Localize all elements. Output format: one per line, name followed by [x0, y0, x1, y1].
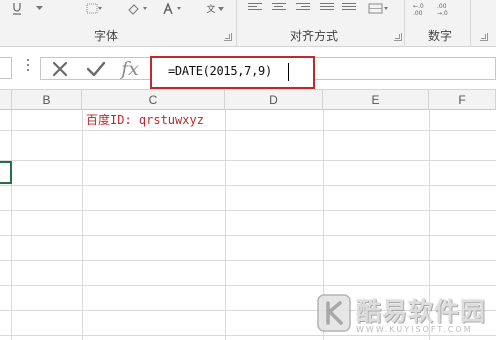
decrease-decimal-button[interactable]: .00 →.0 — [434, 0, 454, 17]
chevron-down-icon — [217, 6, 224, 11]
group-label-alignment: 对齐方式 — [290, 29, 339, 43]
decrease-indent-button[interactable] — [320, 3, 334, 13]
formula-text: =DATE(2015,7,9) — [168, 64, 272, 78]
svg-text:.00: .00 — [413, 10, 423, 16]
phonetic-button[interactable]: 文 — [204, 0, 226, 17]
gridline — [0, 210, 496, 211]
underline-dropdown-button[interactable] — [33, 0, 45, 17]
merge-cells-icon — [368, 3, 388, 13]
font-color-icon — [163, 2, 181, 14]
watermark-text: 酷易软件园 — [356, 297, 487, 326]
group-label-number: 数字 — [428, 29, 453, 43]
gridline — [0, 160, 496, 161]
underline-icon — [13, 2, 21, 15]
cell-c2[interactable]: 百度ID: qrstuwxyz — [86, 111, 204, 128]
font-dialog-launcher[interactable] — [224, 33, 232, 41]
increase-decimal-button[interactable]: ←.0.00 — [410, 0, 430, 17]
phonetic-icon: 文 — [206, 4, 216, 14]
decrease-decimal-icon: .00→.0 — [437, 3, 448, 16]
text-caret — [288, 63, 289, 81]
gridline — [0, 285, 496, 286]
gridline — [225, 110, 226, 340]
name-box[interactable] — [0, 57, 12, 79]
cancel-button[interactable] — [48, 57, 72, 81]
column-header-a[interactable] — [0, 90, 12, 110]
svg-text:→.0: →.0 — [437, 10, 448, 16]
watermark-url: WWW.KUYISOFT.COM — [356, 325, 473, 334]
align-left-button[interactable] — [248, 3, 262, 13]
ribbon-separator — [470, 0, 471, 46]
gridline — [0, 130, 496, 131]
font-color-button[interactable] — [160, 0, 186, 17]
selection-border — [10, 161, 12, 183]
align-center-button[interactable] — [272, 3, 286, 13]
formula-bar: fx =DATE(2015,7,9) — [0, 47, 496, 90]
alignment-dialog-launcher[interactable] — [394, 33, 402, 41]
ribbon: 文 ←.0.00 .00 →.0 字体 对齐方式 数字 — [0, 0, 496, 47]
increase-decimal-icon: ←.0.00 — [413, 3, 424, 16]
gridline — [0, 185, 496, 186]
ribbon-separator — [404, 0, 405, 46]
function-icon: fx — [121, 58, 139, 80]
border-button[interactable] — [84, 0, 104, 17]
increase-indent-button[interactable] — [342, 3, 356, 13]
gridline — [0, 260, 496, 261]
formula-input[interactable]: =DATE(2015,7,9) — [150, 56, 315, 89]
selection-border — [0, 182, 12, 184]
number-dialog-launcher[interactable] — [480, 33, 488, 41]
border-icon — [86, 3, 102, 13]
group-label-font: 字体 — [94, 29, 119, 43]
check-icon — [86, 61, 106, 77]
column-header-e[interactable]: E — [323, 90, 429, 110]
column-header-c[interactable]: C — [82, 90, 225, 110]
column-header-b[interactable]: B — [12, 90, 82, 110]
column-header-f[interactable]: F — [429, 90, 496, 110]
ribbon-separator — [236, 0, 237, 46]
column-header-d[interactable]: D — [225, 90, 323, 110]
close-icon — [52, 61, 68, 77]
align-right-button[interactable] — [296, 3, 310, 13]
watermark-logo: 酷易软件园 WWW.KUYISOFT.COM — [314, 290, 496, 340]
chevron-down-icon — [35, 6, 43, 10]
insert-function-button[interactable]: fx — [118, 57, 142, 81]
fill-color-icon — [128, 3, 147, 15]
merge-center-button[interactable] — [366, 0, 392, 17]
fill-color-button[interactable] — [124, 0, 150, 17]
resize-handle[interactable] — [27, 59, 30, 77]
svg-text:←.0: ←.0 — [413, 3, 424, 10]
gridline — [0, 235, 496, 236]
svg-text:.00: .00 — [437, 3, 447, 10]
underline-button[interactable] — [10, 0, 24, 17]
gridline — [11, 110, 12, 340]
enter-button[interactable] — [84, 57, 108, 81]
k-logo-icon — [317, 294, 351, 332]
gridline — [82, 110, 83, 340]
